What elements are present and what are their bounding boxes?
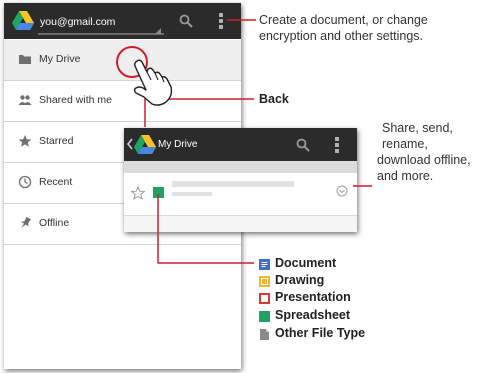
generic-file-icon [260,329,269,340]
callout-line: Share, send, [382,121,453,135]
callout-overlay [116,19,372,264]
more-actions-callout-text: Share, send, rename, download offline, a… [377,120,503,184]
back-callout-text: Back [259,92,289,106]
legend-label: Presentation [275,290,351,304]
document-icon [259,259,270,270]
drawing-icon [259,276,270,287]
callout-line: and more. [377,169,434,183]
callout-line: Create a document, or change [259,13,428,27]
file-type-callout-line [157,194,254,264]
menu-callout-text: Create a document, or change encryption … [259,12,503,44]
legend-label: Spreadsheet [275,308,351,322]
presentation-icon [259,293,270,304]
callout-line: encryption and other settings. [259,29,423,43]
legend-label: Document [275,256,337,270]
legend-label: Drawing [275,273,325,287]
spreadsheet-icon [259,311,270,322]
callout-line: download offline, [377,153,471,167]
tapping-hand-icon [133,59,173,106]
legend-label: Other File Type [275,326,366,340]
callout-line: rename, [382,137,428,151]
